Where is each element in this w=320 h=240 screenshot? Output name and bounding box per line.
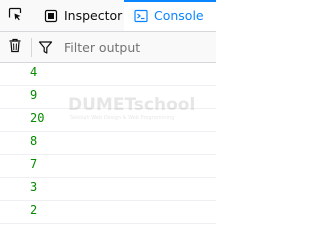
clear-console-button[interactable]: [6, 38, 24, 57]
log-message: 20: [30, 111, 45, 125]
log-row: 7: [0, 155, 216, 178]
log-row: 3: [0, 178, 216, 201]
tab-console-label: Console: [154, 8, 204, 23]
log-message: 8: [30, 134, 38, 148]
log-message: 2: [30, 203, 38, 217]
console-toolbar: [0, 32, 218, 63]
watermark: DUMETschool Sekolah Web Design & Web Pro…: [68, 95, 195, 125]
tab-console[interactable]: Console: [124, 0, 216, 31]
log-message: 3: [30, 180, 38, 194]
console-output: 4 9 20 8 7 3 2 DUMETschool Sekolah Web D…: [0, 63, 216, 224]
element-picker-button[interactable]: [0, 0, 30, 31]
toolbar-separator: [31, 38, 32, 57]
filter-icon: [38, 40, 53, 55]
element-picker-icon: [7, 6, 23, 26]
devtools-tabbar: Inspector Console: [0, 0, 216, 32]
log-message: 7: [30, 157, 38, 171]
inspector-icon: [44, 9, 58, 23]
tab-inspector-label: Inspector: [64, 8, 123, 23]
log-row: 8: [0, 132, 216, 155]
watermark-subtext: Sekolah Web Design & Web Programming: [70, 115, 175, 121]
log-row: 4: [0, 63, 216, 86]
log-row: 2: [0, 201, 216, 224]
console-icon: [134, 9, 148, 23]
devtools-panel: Inspector Console Filter output 4 9 20 8…: [0, 0, 218, 224]
trash-icon: [8, 38, 22, 57]
log-message: 9: [30, 88, 38, 102]
tab-inspector[interactable]: Inspector: [44, 0, 122, 31]
log-message: 4: [30, 65, 38, 79]
filter-output-input[interactable]: [60, 36, 218, 59]
watermark-text: DUMETschool: [68, 95, 196, 115]
